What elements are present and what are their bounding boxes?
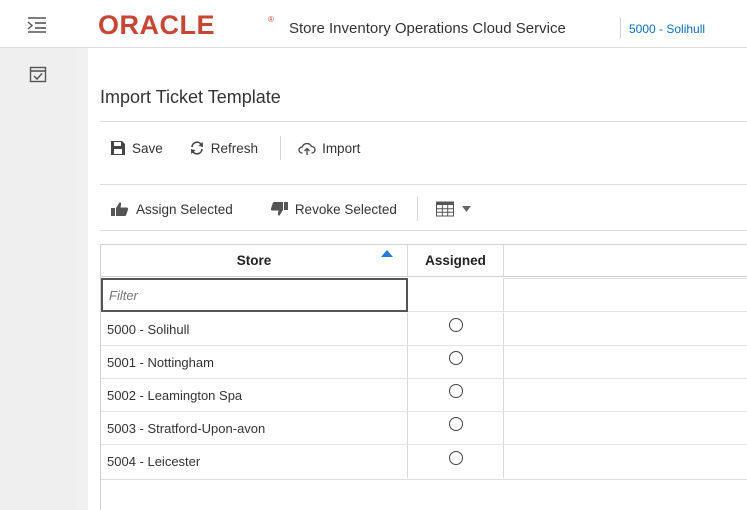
save-label: Save <box>132 140 163 156</box>
assigned-radio[interactable] <box>448 384 463 398</box>
toolbar-divider <box>100 184 747 185</box>
page-title: Import Ticket Template <box>100 87 281 107</box>
table-row[interactable]: 5003 - Stratford-Upon-avon <box>101 412 747 445</box>
revoke-selected-label: Revoke Selected <box>294 201 397 217</box>
registered-mark: ® <box>268 15 274 24</box>
calendar-check-icon[interactable] <box>29 65 47 83</box>
assigned-radio[interactable] <box>448 417 463 431</box>
save-icon <box>111 141 125 155</box>
assigned-cell <box>408 445 504 478</box>
import-label: Import <box>322 140 361 156</box>
table-row[interactable]: 5004 - Leicester <box>101 445 747 478</box>
save-button[interactable]: Save <box>110 140 163 156</box>
table-row[interactable]: 5001 - Nottingham <box>101 346 747 379</box>
store-cell: 5004 - Leicester <box>101 445 408 478</box>
thumbs-down-icon <box>270 202 288 216</box>
revoke-selected-button[interactable]: Revoke Selected <box>269 201 397 217</box>
toolbar-separator <box>416 197 418 221</box>
toolbar-separator <box>280 136 282 160</box>
store-cell: 5002 - Leamington Spa <box>101 379 408 411</box>
store-filter-input[interactable] <box>101 278 408 312</box>
assigned-cell <box>408 412 504 444</box>
column-view-menu[interactable] <box>435 201 471 217</box>
grid-view-icon <box>435 201 454 217</box>
rail-header <box>0 0 88 48</box>
store-cell: 5001 - Nottingham <box>101 346 408 378</box>
app-header: ORACLE ® Store Inventory Operations Clou… <box>88 0 747 48</box>
primary-toolbar: Save Refresh Import <box>100 134 360 162</box>
assigned-radio[interactable] <box>448 351 463 365</box>
table-bottom-border <box>101 479 747 480</box>
store-cell: 5000 - Solihull <box>101 313 408 345</box>
assigned-cell <box>408 346 504 378</box>
table-row[interactable]: 5002 - Leamington Spa <box>101 379 747 412</box>
column-header-store-label: Store <box>236 253 272 268</box>
header-divider <box>620 18 621 38</box>
task-rail <box>0 48 76 510</box>
assign-selected-button[interactable]: Assign Selected <box>110 201 233 217</box>
toolbar-divider <box>100 230 747 231</box>
assigned-cell <box>408 379 504 411</box>
assignment-toolbar: Assign Selected Revoke Selected <box>100 195 471 223</box>
store-selector-link[interactable]: 5000 - Solihull <box>629 22 705 36</box>
import-button[interactable]: Import <box>298 140 360 156</box>
assigned-radio[interactable] <box>448 450 463 465</box>
column-header-assigned-label: Assigned <box>425 253 486 268</box>
refresh-icon <box>190 141 203 155</box>
assigned-radio[interactable] <box>448 318 463 332</box>
sort-ascending-icon[interactable] <box>381 250 393 257</box>
thumbs-up-icon <box>111 202 129 216</box>
oracle-logo: ORACLE <box>98 10 215 40</box>
cloud-upload-icon <box>298 142 316 155</box>
column-header-assigned[interactable]: Assigned <box>408 245 504 276</box>
column-header-store[interactable]: Store <box>101 245 408 276</box>
assigned-cell <box>408 313 504 345</box>
store-assignment-table: Store Assigned 5000 - Solihull 5001 - No… <box>100 244 747 510</box>
assigned-filter-cell <box>408 278 504 312</box>
app-title: Store Inventory Operations Cloud Service <box>289 20 566 37</box>
table-row[interactable]: 5000 - Solihull <box>101 313 747 346</box>
assign-selected-label: Assign Selected <box>136 201 233 217</box>
table-header-row: Store Assigned <box>101 244 747 277</box>
title-divider <box>100 121 747 122</box>
hamburger-menu-icon[interactable] <box>26 16 48 34</box>
store-cell: 5003 - Stratford-Upon-avon <box>101 412 408 444</box>
filter-row <box>101 278 747 312</box>
refresh-label: Refresh <box>210 140 259 156</box>
caret-down-icon <box>461 206 471 212</box>
refresh-button[interactable]: Refresh <box>189 140 258 156</box>
